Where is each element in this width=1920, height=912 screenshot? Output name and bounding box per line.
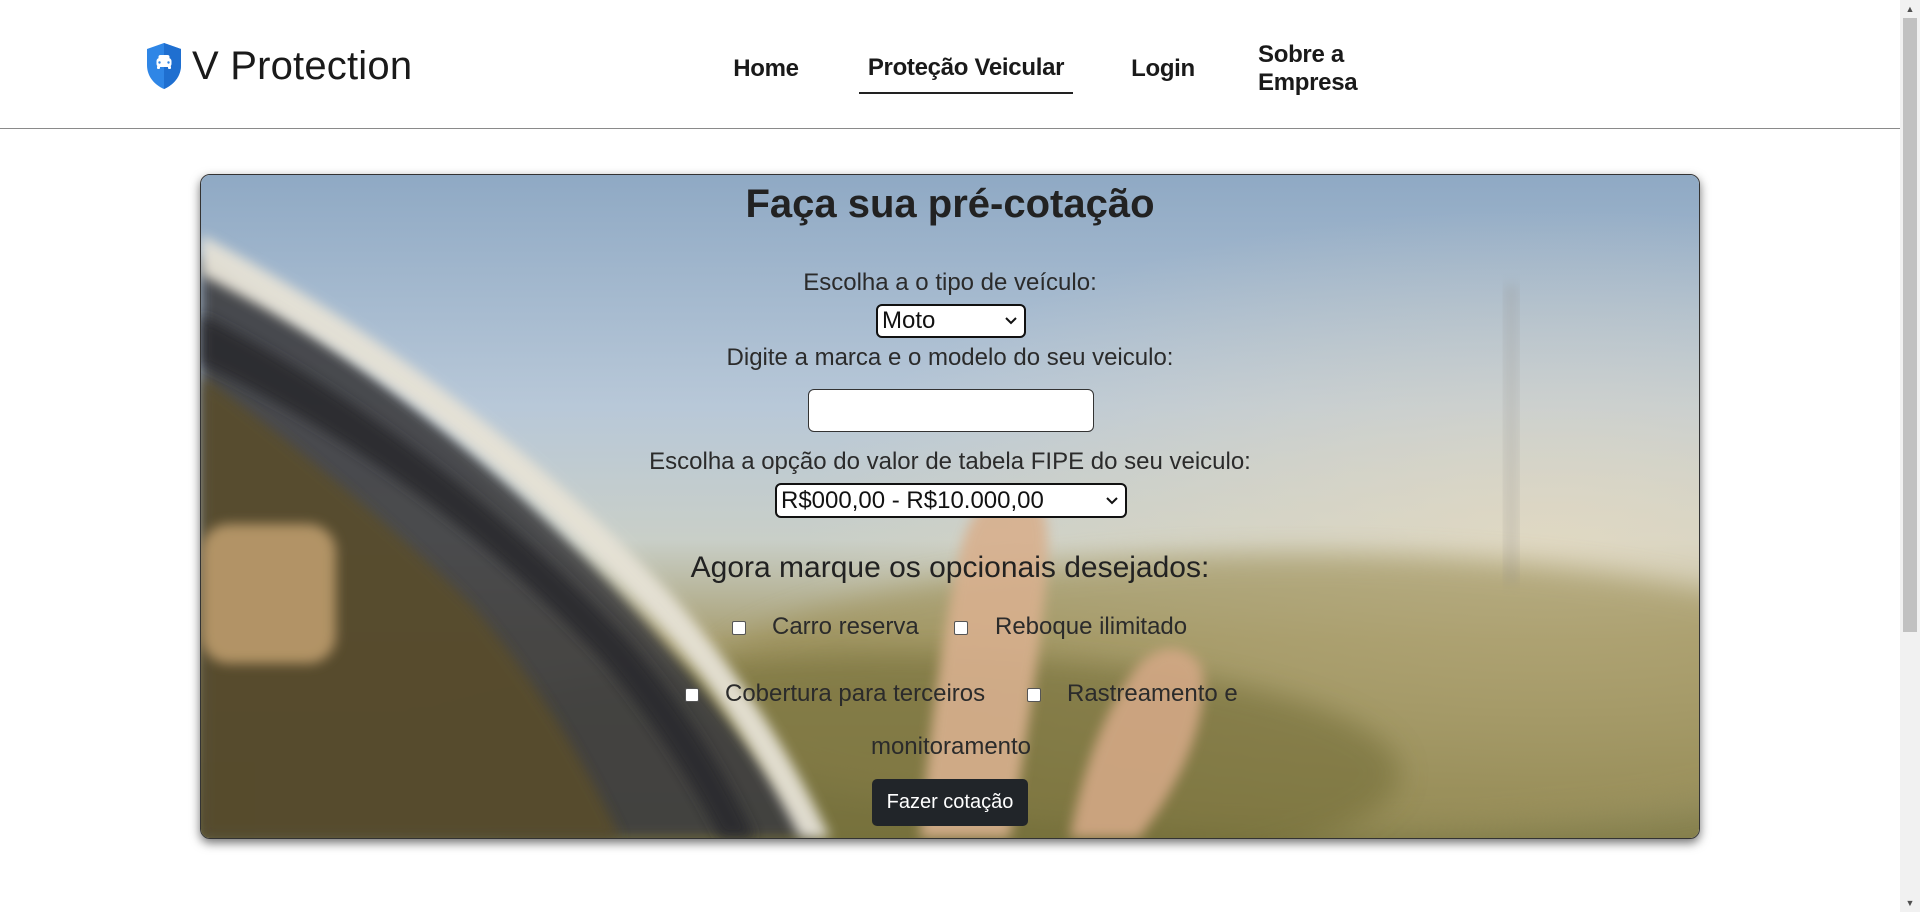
optional-cobertura-terceiros-label: Cobertura para terceiros (725, 680, 986, 707)
nav-home-label: Home (733, 55, 799, 82)
quote-form: Faça sua pré-cotação Escolha a o tipo de… (201, 175, 1699, 838)
optional-rastreamento-label-line2: monitoramento (870, 733, 1032, 760)
fipe-label: Escolha a opção do valor de tabela FIPE … (649, 448, 1251, 475)
nav-sobre-a-empresa[interactable]: Sobre a Empresa (1258, 41, 1448, 96)
checkbox-reboque-ilimitado[interactable] (954, 621, 968, 635)
nav-login[interactable]: Login (1128, 44, 1198, 94)
submit-quote-button[interactable]: Fazer cotação (872, 779, 1028, 826)
chevron-down-icon (1005, 317, 1017, 325)
fipe-select[interactable]: R$000,00 - R$10.000,00 (775, 483, 1127, 518)
model-label: Digite a marca e o modelo do seu veiculo… (726, 344, 1174, 371)
nav-protecao-veicular-label: Proteção Veicular (867, 54, 1065, 81)
scroll-up-arrow-icon[interactable]: ▲ (1900, 0, 1920, 18)
vehicle-type-label: Escolha a o tipo de veículo: (803, 269, 1097, 296)
nav-protecao-veicular[interactable]: Proteção Veicular (859, 44, 1073, 94)
quote-card: Faça sua pré-cotação Escolha a o tipo de… (200, 174, 1700, 839)
scroll-down-arrow-icon[interactable]: ▼ (1900, 894, 1920, 912)
scroll-thumb[interactable] (1903, 18, 1917, 632)
optional-carro-reserva-label: Carro reserva (772, 613, 919, 640)
chevron-down-icon (1106, 496, 1118, 504)
optionals-title: Agora marque os opcionais desejados: (690, 551, 1210, 584)
page: V Protection Home Proteção Veicular Logi… (0, 0, 1920, 912)
form-title: Faça sua pré-cotação (745, 182, 1155, 226)
submit-quote-label: Fazer cotação (886, 791, 1014, 813)
checkbox-carro-reserva[interactable] (732, 621, 746, 635)
site-header: V Protection Home Proteção Veicular Logi… (0, 0, 1900, 129)
page-scrollbar[interactable]: ▲ ▼ (1900, 0, 1920, 912)
vehicle-type-select[interactable]: Moto (876, 304, 1026, 338)
nav-home[interactable]: Home (726, 44, 806, 94)
optional-rastreamento-label: Rastreamento e (1067, 680, 1238, 707)
main-nav: Home Proteção Veicular Login Sobre a Emp… (0, 41, 1900, 96)
vehicle-type-value: Moto (882, 307, 936, 334)
checkbox-rastreamento[interactable] (1027, 688, 1041, 702)
optional-reboque-ilimitado-label: Reboque ilimitado (995, 613, 1188, 640)
nav-sobre-label: Sobre a Empresa (1258, 41, 1358, 96)
nav-login-label: Login (1131, 55, 1195, 82)
fipe-value: R$000,00 - R$10.000,00 (781, 486, 1044, 514)
model-input[interactable] (808, 389, 1094, 432)
checkbox-cobertura-terceiros[interactable] (685, 688, 699, 702)
